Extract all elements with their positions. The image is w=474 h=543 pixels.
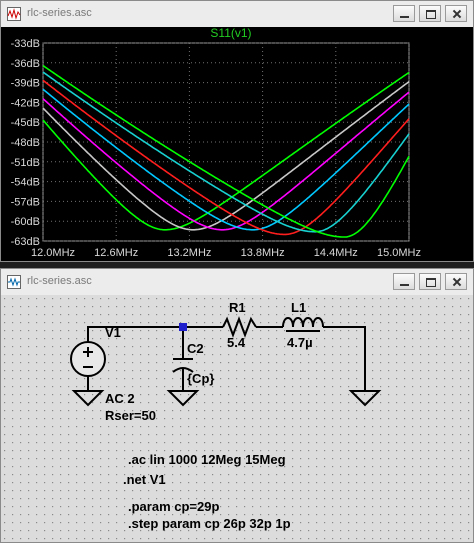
- y-tick-label: -48dB: [11, 137, 40, 149]
- close-button[interactable]: [445, 5, 467, 22]
- plot-titlebar[interactable]: rlc-series.asc: [1, 1, 473, 28]
- y-tick-label: -54dB: [11, 177, 40, 189]
- y-tick-label: -60dB: [11, 216, 40, 228]
- source-rser-label[interactable]: Rser=50: [105, 408, 156, 423]
- x-tick-label: 12.6MHz: [94, 247, 138, 259]
- close-button[interactable]: [445, 273, 467, 290]
- x-tick-label: 12.0MHz: [31, 247, 75, 259]
- y-tick-label: -39dB: [11, 78, 40, 90]
- maximize-button[interactable]: [419, 5, 441, 22]
- source-name-label[interactable]: V1: [105, 325, 121, 340]
- inductor-name-label[interactable]: L1: [291, 300, 306, 315]
- waveform-icon: [7, 7, 21, 21]
- schematic-icon: [7, 275, 21, 289]
- minimize-button[interactable]: [393, 273, 415, 290]
- maximize-button[interactable]: [419, 273, 441, 290]
- net-directive[interactable]: .net V1: [123, 472, 166, 487]
- x-tick-label: 14.4MHz: [314, 247, 358, 259]
- y-tick-label: -42dB: [11, 97, 40, 109]
- resistor-value-label[interactable]: 5.4: [227, 335, 246, 350]
- junction-node: [179, 323, 187, 331]
- y-tick-label: -45dB: [11, 117, 40, 129]
- inductor-value-label[interactable]: 4.7µ: [287, 335, 313, 350]
- y-tick-label: -57dB: [11, 196, 40, 208]
- trace-label[interactable]: S11(v1): [210, 27, 251, 40]
- ac-directive[interactable]: .ac lin 1000 12Meg 15Meg: [128, 452, 286, 467]
- schematic-window[interactable]: rlc-series.asc V1 AC 2 Rser=50 C2 {Cp} R…: [0, 268, 474, 543]
- source-value-label[interactable]: AC 2: [105, 391, 135, 406]
- plot-window-title: rlc-series.asc: [27, 7, 92, 19]
- schematic-dot-grid: [1, 295, 473, 542]
- step-directive[interactable]: .step param cp 26p 32p 1p: [128, 516, 291, 531]
- y-tick-label: -36dB: [11, 58, 40, 70]
- capacitor-name-label[interactable]: C2: [187, 341, 204, 356]
- schematic-canvas[interactable]: V1 AC 2 Rser=50 C2 {Cp} R1 5.4 L1 4.7µ .…: [1, 295, 473, 542]
- x-tick-label: 15.0MHz: [377, 247, 421, 259]
- resistor-name-label[interactable]: R1: [229, 300, 246, 315]
- y-tick-label: -51dB: [11, 157, 40, 169]
- plot-window[interactable]: rlc-series.asc S11(v1) -33dB -36dB -39dB -4…: [0, 0, 474, 262]
- schematic-window-title: rlc-series.asc: [27, 275, 92, 287]
- minimize-button[interactable]: [393, 5, 415, 22]
- param-directive[interactable]: .param cp=29p: [128, 499, 219, 514]
- schematic-titlebar[interactable]: rlc-series.asc: [1, 269, 473, 296]
- y-tick-label: -33dB: [11, 38, 40, 50]
- x-tick-label: 13.8MHz: [241, 247, 285, 259]
- waveform-plot[interactable]: S11(v1) -33dB -36dB -39dB -42dB -45dB -48dB -5…: [1, 27, 473, 261]
- x-tick-label: 13.2MHz: [167, 247, 211, 259]
- capacitor-value-label[interactable]: {Cp}: [187, 371, 214, 386]
